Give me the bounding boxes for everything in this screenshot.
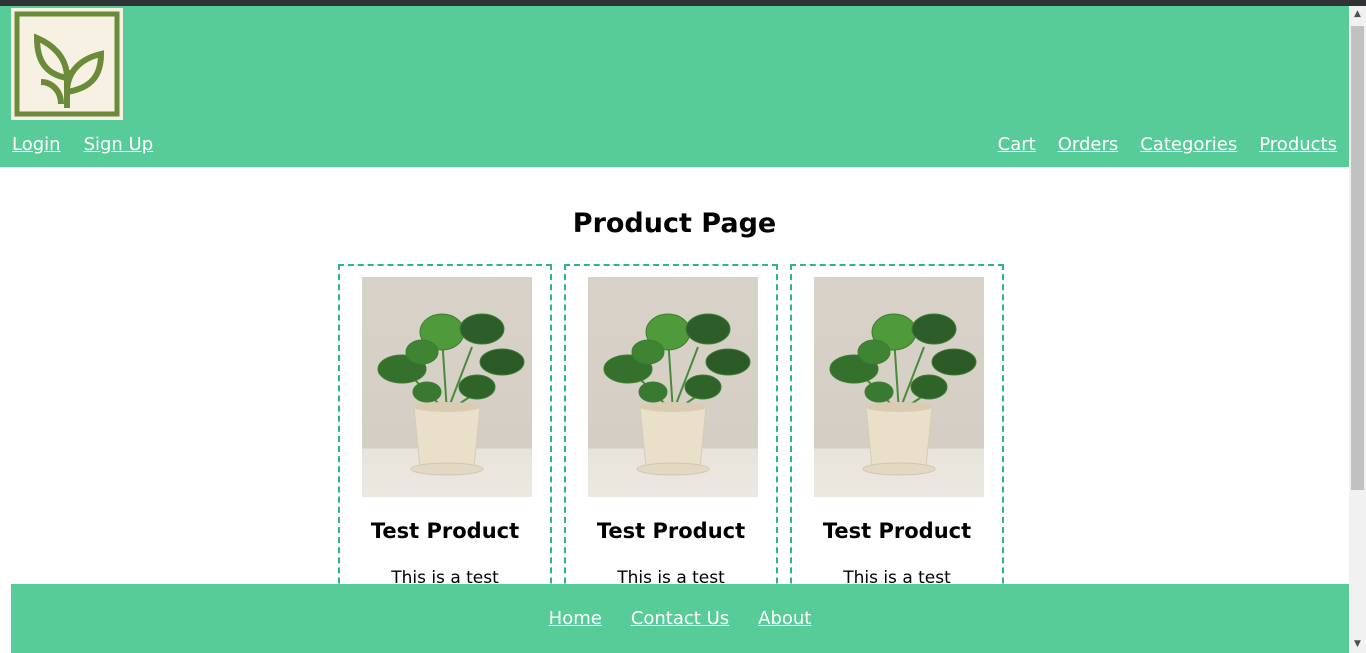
site-footer: Home Contact Us About [11,584,1349,653]
footer-nav: Home Contact Us About [11,608,1349,630]
potted-plant-image[interactable] [588,277,758,497]
auth-nav: Login Sign Up [12,134,153,156]
sprout-leaf-logo-icon[interactable] [11,8,123,120]
product-grid: Test Product This is a test Test Product… [338,264,1004,624]
login-link[interactable]: Login [12,134,61,156]
site-header: Login Sign Up Cart Orders Categories Pro… [0,6,1349,167]
page-title: Product Page [572,208,777,239]
scrollbar-thumb[interactable] [1351,26,1364,490]
categories-link[interactable]: Categories [1140,134,1237,156]
potted-plant-image[interactable] [814,277,984,497]
scroll-down-arrow-icon[interactable]: ▼ [1349,636,1366,653]
cart-link[interactable]: Cart [998,134,1036,156]
vertical-scrollbar[interactable]: ▲ ▼ [1349,6,1366,653]
sign-up-link[interactable]: Sign Up [84,134,154,156]
product-title: Test Product [596,519,746,543]
main-nav: Cart Orders Categories Products [998,134,1337,156]
products-link[interactable]: Products [1259,134,1337,156]
product-title: Test Product [370,519,520,543]
product-card[interactable]: Test Product This is a test [564,264,778,624]
about-link[interactable]: About [758,608,811,630]
scroll-up-arrow-icon[interactable]: ▲ [1349,6,1366,23]
product-card[interactable]: Test Product This is a test [338,264,552,624]
orders-link[interactable]: Orders [1058,134,1119,156]
contact-us-link[interactable]: Contact Us [631,608,729,630]
home-link[interactable]: Home [549,608,602,630]
product-card[interactable]: Test Product This is a test [790,264,1004,624]
potted-plant-image[interactable] [362,277,532,497]
product-title: Test Product [822,519,972,543]
page-viewport: Login Sign Up Cart Orders Categories Pro… [0,6,1349,653]
